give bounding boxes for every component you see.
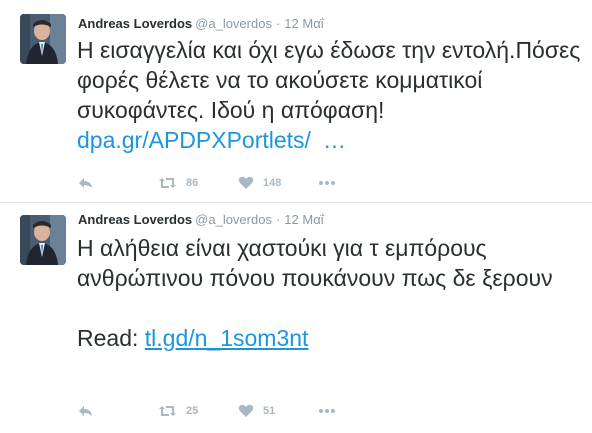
timestamp[interactable]: 12 Μαΐ xyxy=(284,212,323,227)
more-dots-icon xyxy=(318,180,336,186)
reply-button[interactable] xyxy=(78,403,94,419)
more-button[interactable] xyxy=(318,403,336,419)
tweet-text: Η αλήθεια είναι χαστούκι για τ εμπόρους … xyxy=(77,233,584,353)
tweet[interactable]: Andreas Loverdos @a_loverdos · 12 Μαΐ Η αλή… xyxy=(0,203,592,433)
tweet[interactable]: Andreas Loverdos @a_loverdos · 12 Μαΐ Η εισ… xyxy=(0,0,592,203)
retweet-count: 25 xyxy=(186,405,199,417)
username[interactable]: @a_loverdos xyxy=(195,212,272,227)
like-count: 51 xyxy=(263,405,276,417)
retweet-icon xyxy=(158,176,177,190)
retweet-count: 86 xyxy=(186,177,199,189)
tweet-link[interactable]: dpa.gr/APDPXPortlets/ xyxy=(77,127,311,153)
read-label: Read: xyxy=(77,325,139,351)
fullname[interactable]: Andreas Loverdos xyxy=(78,212,192,227)
separator: · xyxy=(275,16,281,31)
avatar[interactable] xyxy=(20,215,66,265)
more-dots-icon xyxy=(318,408,336,414)
reply-button[interactable] xyxy=(78,175,94,191)
tweet-link-ellipsis[interactable]: … xyxy=(323,127,346,153)
retweet-button[interactable]: 86 xyxy=(158,175,198,191)
retweet-icon xyxy=(158,404,177,418)
avatar[interactable] xyxy=(20,14,66,64)
tweet-header: Andreas Loverdos @a_loverdos · 12 Μαΐ xyxy=(78,211,324,229)
username[interactable]: @a_loverdos xyxy=(195,16,272,31)
separator: · xyxy=(275,212,281,227)
tweet-link[interactable]: tl.gd/n_1som3nt xyxy=(145,325,309,351)
tweet-header: Andreas Loverdos @a_loverdos · 12 Μαΐ xyxy=(78,15,324,33)
retweet-button[interactable]: 25 xyxy=(158,403,198,419)
heart-icon xyxy=(238,404,254,418)
like-count: 148 xyxy=(263,177,282,189)
tweet-body: Η εισαγγελία και όχι εγω έδωσε την εντολ… xyxy=(77,37,581,123)
fullname[interactable]: Andreas Loverdos xyxy=(78,16,192,31)
tweet-text: Η εισαγγελία και όχι εγω έδωσε την εντολ… xyxy=(77,35,584,155)
more-button[interactable] xyxy=(318,175,336,191)
like-button[interactable]: 51 xyxy=(238,403,275,419)
reply-icon xyxy=(78,404,94,418)
like-button[interactable]: 148 xyxy=(238,175,281,191)
timestamp[interactable]: 12 Μαΐ xyxy=(284,16,323,31)
heart-icon xyxy=(238,176,254,190)
reply-icon xyxy=(78,176,94,190)
tweet-body: Η αλήθεια είναι χαστούκι για τ εμπόρους … xyxy=(77,235,553,291)
